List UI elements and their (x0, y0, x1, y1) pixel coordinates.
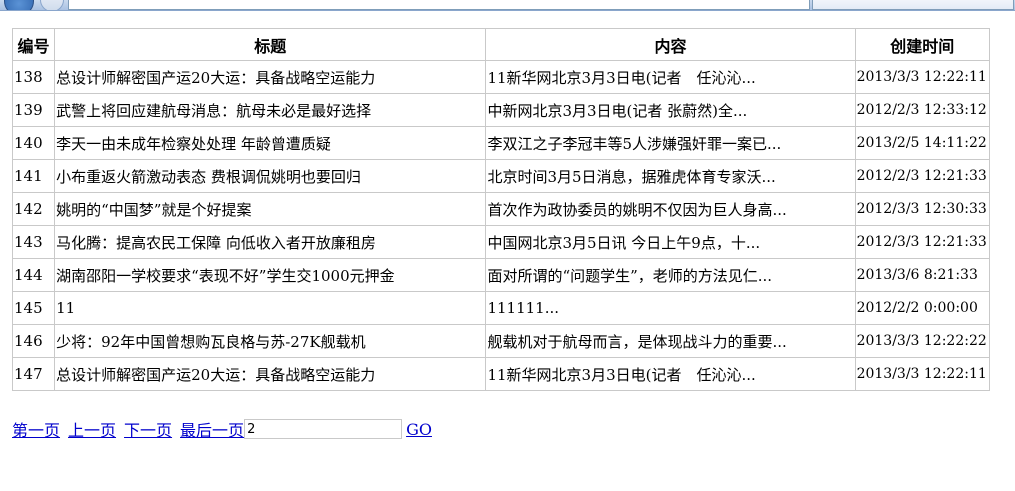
cell-created: 2012/2/3 12:21:33 (854, 159, 991, 193)
page-number-input[interactable] (244, 419, 403, 439)
column-header-created: 创建时间 (854, 28, 991, 61)
cell-created: 2013/3/6 8:21:33 (854, 258, 991, 292)
cell-title: 总设计师解密国产运20大运：具备战略空运能力 (54, 60, 487, 94)
table-row: 139 武警上将回应建航母消息：航母未必是最好选择 中新网北京3月3日电(记者 张蔚… (11, 93, 991, 127)
column-header-title: 标题 (54, 28, 487, 61)
cell-title: 少将：92年中国曾想购瓦良格与苏-27K舰载机 (54, 324, 487, 358)
cell-created: 2012/2/2 0:00:00 (854, 291, 991, 325)
table-row: 145 11 111111... 2012/2/2 0:00:00 (11, 291, 991, 325)
forward-button[interactable] (40, 0, 64, 10)
table-header-row: 编号 标题 内容 创建时间 (11, 28, 991, 61)
browser-chrome (0, 0, 1015, 11)
go-button[interactable]: GO (406, 420, 432, 439)
cell-id: 140 (11, 126, 56, 160)
cell-content: 北京时间3月5日消息，据雅虎体育专家沃... (485, 159, 856, 193)
cell-created: 2013/3/3 12:22:11 (854, 357, 991, 391)
news-list-container: 编号 标题 内容 创建时间 138 总设计师解密国产运20大运：具备战略空运能力 1… (11, 28, 991, 391)
cell-content: 首次作为政协委员的姚明不仅因为巨人身高... (485, 192, 856, 226)
cell-created: 2012/3/3 12:21:33 (854, 225, 991, 259)
cell-title: 马化腾：提高农民工保障 向低收入者开放廉租房 (54, 225, 487, 259)
table-row: 146 少将：92年中国曾想购瓦良格与苏-27K舰载机 舰载机对于航母而言，是体现战… (11, 324, 991, 358)
cell-created: 2012/2/3 12:33:12 (854, 93, 991, 127)
cell-created: 2013/2/5 14:11:22 (854, 126, 991, 160)
table-row: 142 姚明的“中国梦”就是个好提案 首次作为政协委员的姚明不仅因为巨人身高... 2… (11, 192, 991, 226)
table-row: 140 李天一由未成年检察处处理 年龄曾遭质疑 李双江之子李冠丰等5人涉嫌强奸罪一案… (11, 126, 991, 160)
cell-content: 舰载机对于航母而言，是体现战斗力的重要... (485, 324, 856, 358)
cell-title: 武警上将回应建航母消息：航母未必是最好选择 (54, 93, 487, 127)
cell-id: 139 (11, 93, 56, 127)
news-table: 编号 标题 内容 创建时间 138 总设计师解密国产运20大运：具备战略空运能力 1… (11, 28, 991, 391)
column-header-id: 编号 (11, 28, 56, 61)
first-page-link[interactable]: 第一页 (12, 417, 60, 441)
cell-id: 138 (11, 60, 56, 94)
cell-id: 142 (11, 192, 56, 226)
table-row: 138 总设计师解密国产运20大运：具备战略空运能力 11新华网北京3月3日电(记者… (11, 60, 991, 94)
table-row: 143 马化腾：提高农民工保障 向低收入者开放廉租房 中国网北京3月5日讯 今日上午… (11, 225, 991, 259)
column-header-content: 内容 (485, 28, 856, 61)
cell-content: 面对所谓的“问题学生”，老师的方法见仁... (485, 258, 856, 292)
cell-content: 111111... (485, 291, 856, 325)
cell-title: 总设计师解密国产运20大运：具备战略空运能力 (54, 357, 487, 391)
cell-created: 2013/3/3 12:22:22 (854, 324, 991, 358)
table-row: 144 湖南邵阳一学校要求“表现不好”学生交1000元押金 面对所谓的“问题学生”，… (11, 258, 991, 292)
cell-content: 中国网北京3月5日讯 今日上午9点，十... (485, 225, 856, 259)
cell-title: 湖南邵阳一学校要求“表现不好”学生交1000元押金 (54, 258, 487, 292)
cell-id: 143 (11, 225, 56, 259)
table-row: 147 总设计师解密国产运20大运：具备战略空运能力 11新华网北京3月3日电(记者… (11, 357, 991, 391)
cell-content: 11新华网北京3月3日电(记者 任沁沁... (485, 357, 856, 391)
cell-content: 李双江之子李冠丰等5人涉嫌强奸罪一案已... (485, 126, 856, 160)
cell-title: 李天一由未成年检察处处理 年龄曾遭质疑 (54, 126, 487, 160)
cell-id: 144 (11, 258, 56, 292)
browser-tab[interactable] (812, 0, 1014, 10)
cell-created: 2013/3/3 12:22:11 (854, 60, 991, 94)
cell-created: 2012/3/3 12:30:33 (854, 192, 991, 226)
back-button[interactable] (4, 0, 34, 10)
cell-title: 小布重返火箭激动表态 费根调侃姚明也要回归 (54, 159, 487, 193)
next-page-link[interactable]: 下一页 (124, 417, 172, 441)
address-bar[interactable] (68, 0, 810, 10)
table-row: 141 小布重返火箭激动表态 费根调侃姚明也要回归 北京时间3月5日消息，据雅虎体育… (11, 159, 991, 193)
prev-page-link[interactable]: 上一页 (68, 417, 116, 441)
cell-title: 11 (54, 291, 487, 325)
cell-id: 147 (11, 357, 56, 391)
cell-id: 141 (11, 159, 56, 193)
cell-title: 姚明的“中国梦”就是个好提案 (54, 192, 487, 226)
pagination: 第一页 上一页 下一页 最后一页 GO (12, 417, 440, 441)
cell-content: 中新网北京3月3日电(记者 张蔚然)全... (485, 93, 856, 127)
cell-id: 145 (11, 291, 56, 325)
cell-content: 11新华网北京3月3日电(记者 任沁沁... (485, 60, 856, 94)
last-page-link[interactable]: 最后一页 (180, 417, 244, 441)
cell-id: 146 (11, 324, 56, 358)
